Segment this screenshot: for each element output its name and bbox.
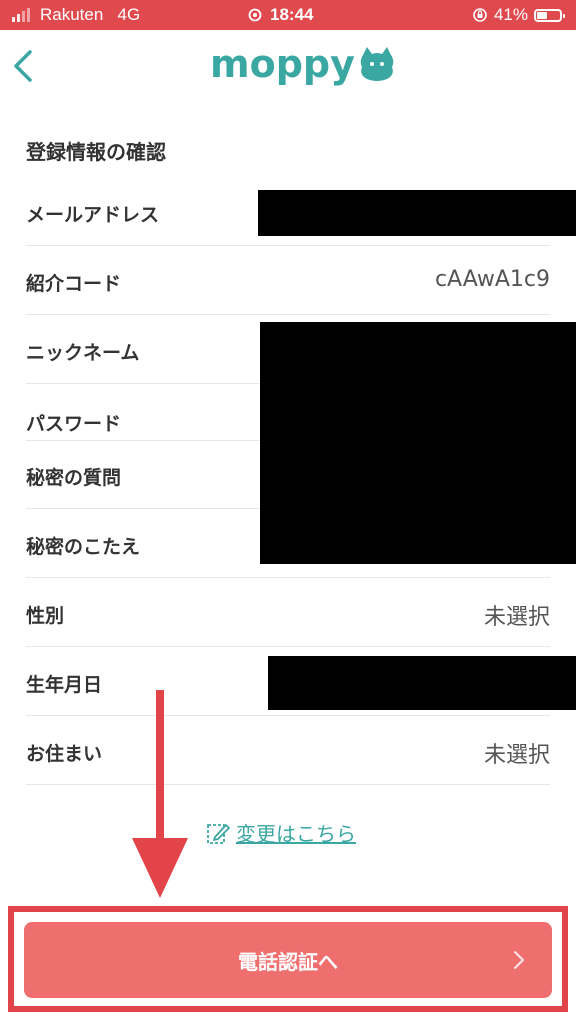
cta-label: 電話認証へ <box>238 950 338 974</box>
annotation-arrow-shaft <box>156 690 164 840</box>
field-gender: 性別 未選択 <box>26 579 550 647</box>
field-label: ニックネーム <box>26 342 140 364</box>
chevron-left-icon[interactable] <box>10 46 38 86</box>
field-value: 未選択 <box>483 743 550 768</box>
change-link[interactable]: 変更はこちら <box>206 818 356 847</box>
chevron-right-icon <box>514 951 524 969</box>
battery-percent: 41% <box>493 5 528 24</box>
moppy-mascot-icon <box>360 47 394 81</box>
location-icon <box>248 8 262 22</box>
redaction-mask <box>260 322 576 564</box>
annotation-arrow-head <box>132 838 188 898</box>
field-label: 秘密の質問 <box>26 467 122 489</box>
field-label: 紹介コード <box>26 273 122 295</box>
orientation-lock-icon <box>473 8 487 22</box>
edit-icon <box>207 823 230 844</box>
field-value: 未選択 <box>483 605 550 630</box>
phone-verification-button[interactable]: 電話認証へ <box>24 922 552 998</box>
field-label: 秘密のこたえ <box>26 536 141 558</box>
field-label: 性別 <box>26 605 65 627</box>
field-label: メールアドレス <box>26 204 160 226</box>
signal-icon <box>12 8 30 22</box>
field-value: cAAwA1c9 <box>434 267 550 292</box>
field-label: パスワード <box>26 413 122 435</box>
carrier-label: Rakuten 4G <box>40 5 141 24</box>
field-label: お住まい <box>26 743 103 765</box>
field-label: 生年月日 <box>26 674 103 696</box>
clock: 18:44 <box>270 5 314 24</box>
app-header: moppy <box>0 30 576 102</box>
logo-text: moppy <box>210 42 355 86</box>
redaction-mask <box>258 190 576 236</box>
field-referral-code: 紹介コード cAAwA1c9 <box>26 247 550 315</box>
network-type: 4G <box>117 5 141 24</box>
battery-icon <box>534 8 565 22</box>
battery-level <box>537 11 547 19</box>
status-bar: Rakuten 4G 18:44 41% <box>0 0 576 30</box>
redaction-mask <box>268 656 576 710</box>
moppy-logo: moppy <box>210 42 397 86</box>
field-residence: お住まい 未選択 <box>26 717 550 785</box>
section-title: 登録情報の確認 <box>26 140 166 164</box>
change-link-text[interactable]: 変更はこちら <box>236 818 356 847</box>
